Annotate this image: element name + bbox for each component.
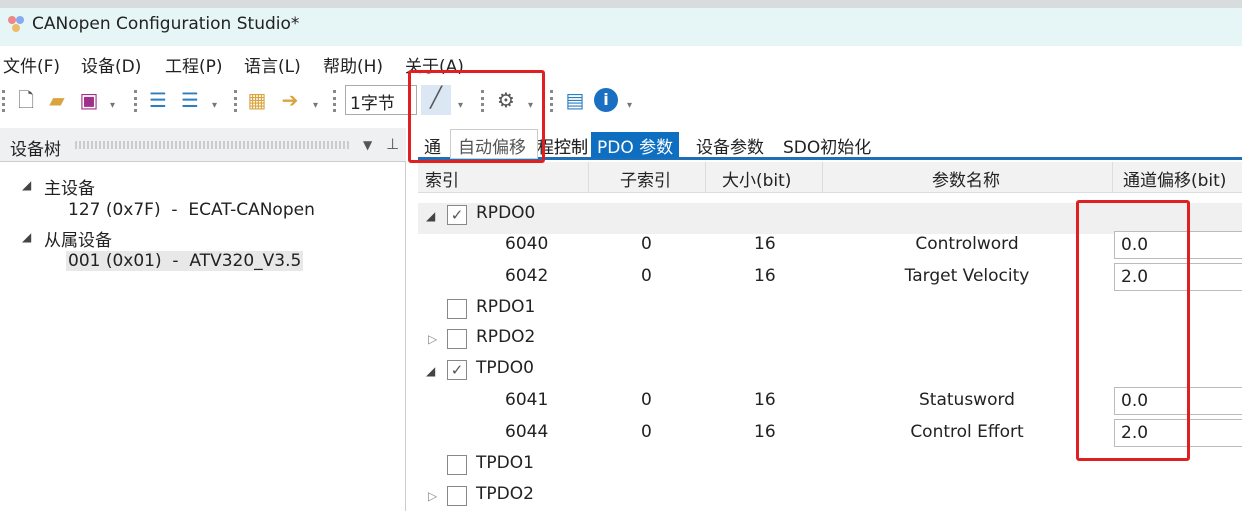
window-title: CANopen Configuration Studio* [32,14,300,34]
save-icon[interactable]: ▣ [77,88,101,112]
collapse-icon[interactable]: ◢ [426,364,435,378]
tab-device-params[interactable]: 设备参数 [690,132,770,158]
tab-sdo-init[interactable]: SDO初始化 [777,132,877,158]
expand-icon[interactable]: ◢ [22,230,31,244]
cell-size: 16 [754,390,776,410]
pdo-checkbox[interactable] [447,299,467,319]
col-size[interactable]: 大小(bit) [722,166,791,191]
export-icon[interactable]: ➔ [278,88,302,112]
help-doc-icon[interactable]: ▤ [563,88,587,112]
panel-dropdown-icon[interactable]: ▼ [363,138,372,152]
remove-node-icon[interactable]: ☰ [178,88,202,112]
panel-title: 设备树 [10,140,61,160]
highlight-box-toolbar [408,70,545,163]
app-logo-icon [5,13,27,35]
cell-param-name: Controlword [915,234,1019,254]
expand-icon[interactable]: ▷ [428,332,437,346]
pdo-label: TPDO2 [476,484,534,504]
col-index[interactable]: 索引 [425,166,459,191]
cell-subindex: 0 [641,234,652,254]
collapse-icon[interactable]: ◢ [426,209,435,223]
cell-index: 6041 [505,390,549,410]
col-subindex[interactable]: 子索引 [620,166,671,191]
cell-subindex: 0 [641,266,652,286]
pdo-label: RPDO1 [476,297,536,317]
expand-icon[interactable]: ◢ [22,178,31,192]
pdo-checkbox[interactable]: ✓ [447,205,467,225]
pdo-checkbox[interactable] [447,329,467,349]
package-icon[interactable]: ▦ [245,88,269,112]
pin-icon[interactable]: ⊥ [386,135,399,153]
menu-language[interactable]: 语言(L) [244,52,301,77]
toolbar-grip[interactable] [234,90,237,112]
cell-subindex: 0 [641,390,652,410]
open-folder-icon[interactable]: ▰ [45,88,69,112]
byte-size-select[interactable]: 1字节 [345,85,417,115]
col-param-name[interactable]: 参数名称 [932,166,1000,191]
toolbar-grip[interactable] [2,90,5,112]
cell-index: 6040 [505,234,549,254]
table-header [418,162,1242,193]
tree-slave-device[interactable]: 001 (0x01) - ATV320_V3.5 [66,251,304,271]
new-file-icon[interactable]: 🗋 [14,88,38,112]
combo-value: 1字节 [350,94,395,114]
pdo-label: TPDO1 [476,453,534,473]
pdo-checkbox[interactable]: ✓ [447,360,467,380]
dropdown-arrow-icon[interactable]: ▾ [110,100,115,111]
toolbar-grip[interactable] [550,90,553,112]
cell-index: 6042 [505,266,549,286]
cell-subindex: 0 [641,422,652,442]
add-node-icon[interactable]: ☰ [146,88,170,112]
toolbar-grip[interactable] [333,90,336,112]
tree-slave[interactable]: 从属设备 [44,226,112,251]
table-row-group[interactable] [418,484,1242,515]
menu-help[interactable]: 帮助(H) [323,52,383,77]
tree-master[interactable]: 主设备 [44,174,95,199]
pdo-checkbox[interactable] [447,486,467,506]
dropdown-arrow-icon[interactable]: ▾ [627,100,632,111]
cell-param-name: Target Velocity [904,266,1030,286]
dropdown-arrow-icon[interactable]: ▾ [313,100,318,111]
info-icon[interactable]: i [594,88,618,112]
cell-size: 16 [754,422,776,442]
expand-icon[interactable]: ▷ [428,489,437,503]
cell-index: 6044 [505,422,549,442]
cell-param-name: Statusword [919,390,1015,410]
panel-drag-handle[interactable] [75,141,350,149]
menu-project[interactable]: 工程(P) [165,52,223,77]
menu-device[interactable]: 设备(D) [81,52,141,77]
cell-param-name: Control Effort [910,422,1024,442]
cell-size: 16 [754,234,776,254]
col-channel-offset[interactable]: 通道偏移(bit) [1123,166,1226,191]
pdo-label: TPDO0 [476,358,534,378]
menu-file[interactable]: 文件(F) [3,52,60,77]
top-strip [0,0,1242,8]
pdo-checkbox[interactable] [447,455,467,475]
tab-pdo-params[interactable]: PDO 参数 [591,132,680,158]
pdo-label: RPDO2 [476,327,536,347]
cell-size: 16 [754,266,776,286]
toolbar-grip[interactable] [134,90,137,112]
highlight-box-offset [1076,200,1190,461]
pdo-label: RPDO0 [476,203,536,223]
tree-master-device[interactable]: 127 (0x7F) - ECAT-CANopen [68,200,315,220]
dropdown-arrow-icon[interactable]: ▾ [212,100,217,111]
